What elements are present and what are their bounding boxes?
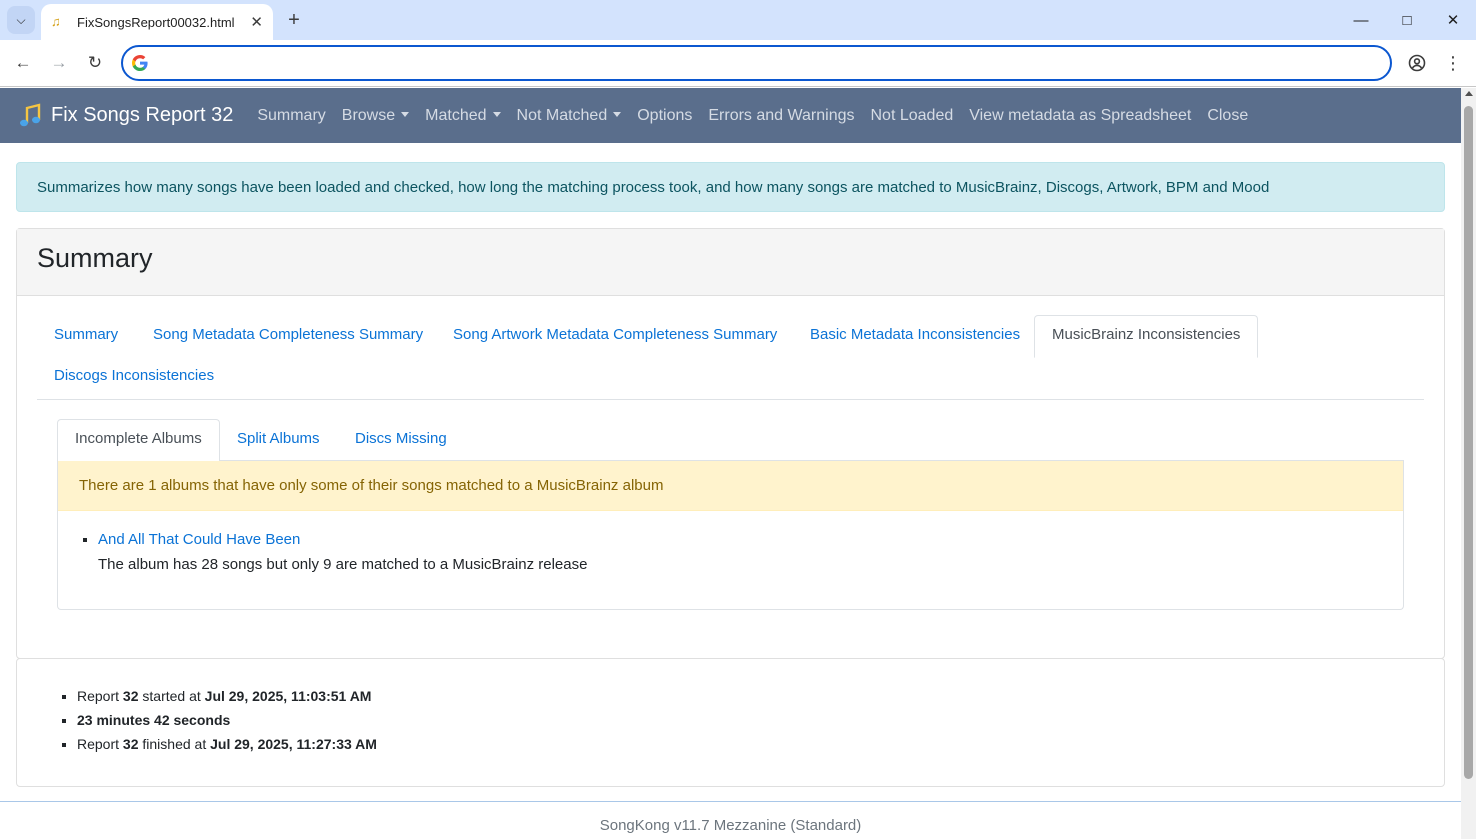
nav-browse[interactable]: Browse bbox=[342, 107, 409, 125]
album-list: And All That Could Have Been The album h… bbox=[58, 531, 1403, 573]
reload-icon[interactable]: ↻ bbox=[83, 51, 107, 75]
card-header: Summary bbox=[17, 229, 1444, 296]
tab-discogs-inconsistencies[interactable]: Discogs Inconsistencies bbox=[37, 357, 231, 394]
scrollbar-thumb[interactable] bbox=[1464, 106, 1473, 779]
nav-summary[interactable]: Summary bbox=[257, 107, 325, 125]
finish-datetime: Jul 29, 2025, 11:27:33 AM bbox=[210, 736, 377, 752]
nav-not-loaded[interactable]: Not Loaded bbox=[871, 107, 954, 125]
nav-errors-warnings[interactable]: Errors and Warnings bbox=[708, 107, 854, 125]
report-finish-line: Report 32 finished at Jul 29, 2025, 11:2… bbox=[77, 732, 1444, 756]
back-icon[interactable]: ← bbox=[11, 51, 35, 75]
warning-alert: There are 1 albums that have only some o… bbox=[58, 461, 1403, 511]
report-timing-card: Report 32 started at Jul 29, 2025, 11:03… bbox=[16, 658, 1445, 787]
tab-summary[interactable]: Summary bbox=[37, 316, 135, 353]
minimize-icon[interactable]: — bbox=[1338, 0, 1384, 40]
report-number: 32 bbox=[122, 736, 139, 752]
musicbrainz-subtabs: Incomplete Albums Split Albums Discs Mis… bbox=[57, 419, 1404, 462]
page-footer: SongKong v11.7 Mezzanine (Standard) bbox=[0, 801, 1461, 839]
tab-search-button[interactable]: ⌵ bbox=[7, 6, 35, 34]
window-close-icon[interactable]: ✕ bbox=[1430, 0, 1476, 40]
profile-icon[interactable] bbox=[1405, 51, 1429, 75]
url-input[interactable] bbox=[159, 52, 1359, 74]
page-viewport: Fix Songs Report 32 Summary Browse Match… bbox=[0, 88, 1461, 839]
tab-musicbrainz-inconsistencies[interactable]: MusicBrainz Inconsistencies bbox=[1034, 315, 1259, 358]
incomplete-albums-panel: There are 1 albums that have only some o… bbox=[57, 461, 1404, 610]
subtab-split-albums[interactable]: Split Albums bbox=[220, 420, 337, 457]
start-datetime: Jul 29, 2025, 11:03:51 AM bbox=[204, 688, 372, 704]
music-note-icon: ♫ bbox=[51, 14, 61, 29]
subtab-discs-missing[interactable]: Discs Missing bbox=[338, 420, 464, 457]
more-menu-icon[interactable]: ⋮ bbox=[1441, 51, 1465, 75]
nav-view-spreadsheet[interactable]: View metadata as Spreadsheet bbox=[969, 107, 1191, 125]
info-alert: Summarizes how many songs have been load… bbox=[16, 162, 1445, 212]
tab-basic-metadata-inconsistencies[interactable]: Basic Metadata Inconsistencies bbox=[793, 316, 1037, 353]
list-item: And All That Could Have Been The album h… bbox=[98, 531, 1403, 573]
browser-toolbar: ← → ↻ ⋮ bbox=[0, 40, 1476, 87]
page-scrollbar[interactable] bbox=[1461, 88, 1476, 839]
report-duration-line: 23 minutes 42 seconds bbox=[77, 708, 1444, 732]
maximize-icon[interactable]: □ bbox=[1384, 0, 1430, 40]
songkong-logo-icon bbox=[20, 102, 41, 126]
tab-song-artwork-completeness[interactable]: Song Artwork Metadata Completeness Summa… bbox=[436, 316, 794, 353]
nav-not-matched[interactable]: Not Matched bbox=[517, 107, 622, 125]
nav-close[interactable]: Close bbox=[1207, 107, 1248, 125]
window-controls: — □ ✕ bbox=[1338, 0, 1476, 40]
report-tabs: Summary Song Metadata Completeness Summa… bbox=[37, 315, 1424, 400]
summary-card: Summary Summary Song Metadata Completene… bbox=[16, 228, 1445, 659]
scroll-up-icon[interactable] bbox=[1465, 91, 1473, 96]
tab-title: FixSongsReport00032.html bbox=[77, 14, 235, 30]
duration: 23 minutes 42 seconds bbox=[77, 712, 231, 728]
close-icon[interactable]: ✕ bbox=[250, 13, 263, 31]
top-navbar: Fix Songs Report 32 Summary Browse Match… bbox=[0, 88, 1461, 143]
report-timing-list: Report 32 started at Jul 29, 2025, 11:03… bbox=[17, 684, 1444, 756]
subtab-incomplete-albums[interactable]: Incomplete Albums bbox=[57, 419, 220, 462]
album-link[interactable]: And All That Could Have Been bbox=[98, 531, 300, 548]
tab-song-metadata-completeness[interactable]: Song Metadata Completeness Summary bbox=[136, 316, 440, 353]
forward-icon[interactable]: → bbox=[47, 51, 71, 75]
brand-title: Fix Songs Report 32 bbox=[51, 104, 234, 126]
address-bar[interactable] bbox=[121, 45, 1392, 81]
google-icon bbox=[132, 55, 148, 71]
report-number: 32 bbox=[122, 688, 139, 704]
navbar-brand[interactable]: Fix Songs Report 32 bbox=[18, 102, 234, 129]
report-start-line: Report 32 started at Jul 29, 2025, 11:03… bbox=[77, 684, 1444, 708]
browser-tab[interactable]: ♫ FixSongsReport00032.html ✕ bbox=[41, 4, 273, 40]
nav-options[interactable]: Options bbox=[637, 107, 692, 125]
card-title: Summary bbox=[37, 243, 153, 273]
new-tab-button[interactable]: + bbox=[282, 6, 306, 34]
nav-matched[interactable]: Matched bbox=[425, 107, 500, 125]
album-description: The album has 28 songs but only 9 are ma… bbox=[98, 556, 588, 573]
chevron-down-icon: ⌵ bbox=[16, 12, 26, 27]
browser-tabstrip: ⌵ ♫ FixSongsReport00032.html ✕ + — □ ✕ bbox=[0, 0, 1476, 40]
